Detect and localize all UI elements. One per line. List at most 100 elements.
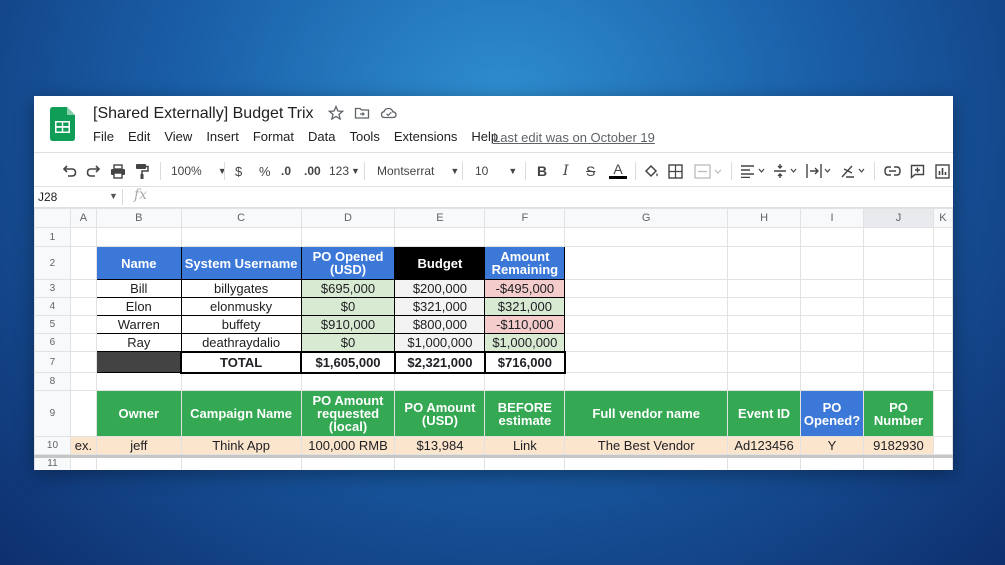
percent-format-button[interactable]: % — [259, 162, 271, 180]
total-po-opened[interactable]: $1,605,000 — [300, 350, 396, 374]
header-before-estimate[interactable]: BEFORE estimate — [484, 390, 566, 437]
borders-icon[interactable] — [668, 162, 683, 180]
insert-link-icon[interactable] — [884, 162, 901, 180]
cell[interactable] — [95, 351, 182, 373]
cell[interactable]: $910,000 — [300, 315, 396, 334]
last-edit-link[interactable]: Last edit was on October 19 — [493, 130, 655, 145]
text-rotation-icon[interactable] — [840, 162, 868, 180]
menu-edit[interactable]: Edit — [128, 129, 150, 144]
cell[interactable]: Warren — [95, 315, 182, 334]
header-po-amount-usd[interactable]: PO Amount (USD) — [394, 390, 486, 437]
cell[interactable]: $321,000 — [484, 297, 566, 316]
number-format-select[interactable]: 123 ▼ — [329, 162, 360, 180]
zoom-select[interactable]: 100% ▼ — [171, 162, 227, 180]
google-sheets-logo-icon[interactable] — [50, 107, 75, 141]
name-box[interactable]: J28 — [38, 190, 57, 204]
cell[interactable]: Bill — [95, 279, 182, 298]
row-header[interactable]: 9 — [34, 390, 71, 437]
cloud-status-icon[interactable] — [380, 105, 397, 121]
cell[interactable]: deathraydalio — [180, 333, 302, 352]
fill-color-icon[interactable] — [643, 162, 659, 180]
frozen-rows-divider[interactable] — [34, 455, 953, 458]
menu-format[interactable]: Format — [253, 129, 294, 144]
header-vendor-name[interactable]: Full vendor name — [564, 390, 729, 437]
header-event-id[interactable]: Event ID — [727, 390, 802, 437]
insert-chart-icon[interactable] — [935, 162, 950, 180]
row-header[interactable]: 8 — [34, 372, 71, 391]
cell[interactable]: jeff — [95, 436, 182, 455]
currency-format-button[interactable]: $ — [235, 162, 242, 180]
header-po-opened[interactable]: PO Opened (USD) — [300, 246, 396, 280]
cell[interactable]: Link — [484, 436, 566, 455]
italic-button[interactable]: I — [563, 162, 569, 180]
vertical-align-icon[interactable] — [773, 162, 799, 180]
total-budget[interactable]: $2,321,000 — [393, 350, 486, 374]
row-header[interactable]: 1 — [34, 227, 71, 247]
text-color-button[interactable]: A — [609, 162, 627, 180]
cell[interactable]: 100,000 RMB — [300, 436, 396, 455]
cell[interactable]: Y — [800, 436, 864, 455]
total-remaining[interactable]: $716,000 — [483, 350, 566, 374]
font-family-select[interactable]: Montserrat ▼ — [377, 162, 459, 180]
header-name[interactable]: Name — [95, 246, 182, 280]
header-po-opened-flag[interactable]: PO Opened? — [800, 390, 864, 437]
bold-button[interactable]: B — [537, 162, 547, 180]
cell[interactable]: $321,000 — [394, 297, 486, 316]
column-header[interactable]: H — [727, 208, 802, 228]
row-header[interactable]: 6 — [34, 333, 71, 352]
name-box-dropdown-icon[interactable]: ▼ — [109, 191, 118, 201]
column-header-selected[interactable]: J — [863, 208, 934, 228]
column-header[interactable]: D — [300, 208, 396, 228]
cell[interactable]: The Best Vendor — [564, 436, 729, 455]
cell[interactable]: billygates — [180, 279, 302, 298]
cell[interactable]: Elon — [95, 297, 182, 316]
cell[interactable]: 9182930 — [863, 436, 934, 455]
strikethrough-button[interactable]: S — [586, 162, 595, 180]
header-owner[interactable]: Owner — [95, 390, 182, 437]
decrease-decimal-button[interactable]: .0 — [281, 162, 291, 180]
header-po-number[interactable]: PO Number — [863, 390, 934, 437]
increase-decimal-button[interactable]: .00 — [304, 162, 321, 180]
cell[interactable]: $1,000,000 — [484, 333, 566, 352]
cell[interactable]: -$495,000 — [484, 279, 566, 298]
cell[interactable]: $13,984 — [394, 436, 486, 455]
header-system-username[interactable]: System Username — [180, 246, 302, 280]
menu-data[interactable]: Data — [308, 129, 335, 144]
row-header[interactable]: 7 — [34, 351, 71, 373]
column-header[interactable]: G — [564, 208, 729, 228]
text-wrapping-icon[interactable] — [806, 162, 834, 180]
menu-file[interactable]: File — [93, 129, 114, 144]
header-campaign-name[interactable]: Campaign Name — [180, 390, 302, 437]
font-size-select[interactable]: 10 ▼ — [475, 162, 517, 180]
cell[interactable]: $200,000 — [394, 279, 486, 298]
row-header[interactable]: 5 — [34, 315, 71, 334]
redo-icon[interactable] — [86, 162, 102, 180]
star-icon[interactable] — [327, 104, 345, 121]
document-title[interactable]: [Shared Externally] Budget Trix — [93, 105, 314, 123]
cell[interactable]: $0 — [300, 333, 396, 352]
menu-tools[interactable]: Tools — [349, 129, 379, 144]
cell[interactable]: $800,000 — [394, 315, 486, 334]
cell[interactable]: $695,000 — [300, 279, 396, 298]
column-header[interactable]: E — [394, 208, 486, 228]
move-folder-icon[interactable] — [354, 105, 370, 121]
undo-icon[interactable] — [61, 162, 77, 180]
menu-insert[interactable]: Insert — [206, 129, 239, 144]
cell[interactable]: Think App — [180, 436, 302, 455]
header-budget[interactable]: Budget — [394, 246, 486, 280]
cell[interactable]: -$110,000 — [484, 315, 566, 334]
column-header[interactable]: C — [180, 208, 302, 228]
cell[interactable]: Ad123456 — [727, 436, 802, 455]
header-po-amount-local[interactable]: PO Amount requested (local) — [300, 390, 396, 437]
column-header[interactable]: I — [800, 208, 864, 228]
cell[interactable]: Ray — [95, 333, 182, 352]
header-amount-remaining[interactable]: Amount Remaining — [484, 246, 566, 280]
row-header[interactable]: 10 — [34, 436, 71, 455]
horizontal-align-icon[interactable] — [740, 162, 766, 180]
row-header[interactable]: 3 — [34, 279, 71, 298]
cell[interactable]: ex. — [69, 436, 97, 455]
insert-comment-icon[interactable] — [910, 162, 925, 180]
total-label[interactable]: TOTAL — [180, 350, 303, 374]
column-header[interactable]: K — [932, 208, 953, 228]
row-header[interactable]: 2 — [34, 246, 71, 280]
